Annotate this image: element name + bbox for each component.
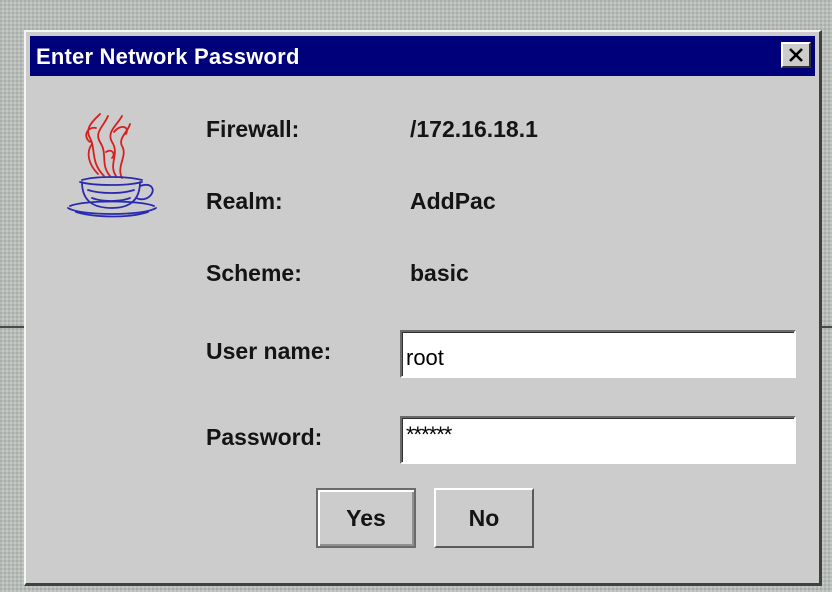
firewall-label: Firewall: xyxy=(206,116,300,142)
close-icon xyxy=(789,48,803,62)
password-input[interactable]: ****** xyxy=(400,416,796,464)
scheme-value: basic xyxy=(410,260,469,286)
realm-value: AddPac xyxy=(410,188,496,214)
realm-label: Realm: xyxy=(206,188,283,214)
dialog-title: Enter Network Password xyxy=(36,44,300,69)
password-dialog: Enter Network Password Firewall: /172.16… xyxy=(24,30,822,586)
username-label: User name: xyxy=(206,338,332,364)
title-bar[interactable]: Enter Network Password xyxy=(30,36,815,76)
java-coffee-cup-icon xyxy=(60,102,162,222)
firewall-value: /172.16.18.1 xyxy=(410,116,538,142)
background-line xyxy=(822,326,832,328)
no-button[interactable]: No xyxy=(434,488,534,548)
yes-button[interactable]: Yes xyxy=(316,488,416,548)
scheme-label: Scheme: xyxy=(206,260,302,286)
password-label: Password: xyxy=(206,424,323,450)
username-input[interactable] xyxy=(400,330,796,378)
close-button[interactable] xyxy=(781,42,811,68)
